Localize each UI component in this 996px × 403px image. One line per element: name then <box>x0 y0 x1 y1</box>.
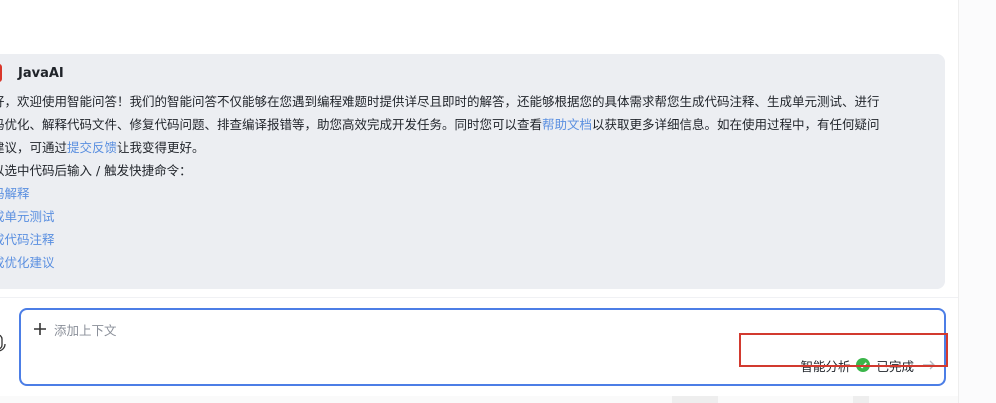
help-docs-link[interactable]: 帮助文档 <box>542 117 592 132</box>
submit-feedback-link[interactable]: 提交反馈 <box>67 140 117 155</box>
message-line-2: 码优化、解释代码文件、修复代码问题、排查编译报错等，助您高效完成开发任务。同时您… <box>0 113 942 136</box>
bottom-scroll-segment <box>853 396 869 403</box>
plus-icon <box>34 323 46 335</box>
message-line-4: 以选中代码后输入 / 触发快捷命令： <box>0 163 192 178</box>
bottom-strip <box>0 396 958 403</box>
command-explain-code[interactable]: 码解释 <box>0 182 942 205</box>
command-generate-optimization[interactable]: 成优化建议 <box>0 251 942 274</box>
chat-panel: 算 JavaAI 好，欢迎使用智能问答！我们的智能问答不仅能够在您遇到编程难题时… <box>0 0 996 403</box>
status-text: 已完成 <box>876 358 914 374</box>
command-generate-code-comment[interactable]: 成代码注释 <box>0 228 942 251</box>
chat-input-box[interactable]: 添加上下文 智能分析 已完成 <box>19 308 946 386</box>
message-body: 好，欢迎使用智能问答！我们的智能问答不仅能够在您遇到编程难题时提供详尽且即时的解… <box>0 90 942 274</box>
message-line-3-tail: 让我变得更好。 <box>117 140 205 155</box>
check-circle-icon <box>856 358 871 372</box>
mode-selector[interactable]: 智能分析 <box>800 356 850 375</box>
assistant-message: 算 JavaAI 好，欢迎使用智能问答！我们的智能问答不仅能够在您遇到编程难题时… <box>0 54 945 289</box>
divider <box>0 297 958 298</box>
message-line-3: 建议，可通过提交反馈让我变得更好。 <box>0 136 942 159</box>
message-line-2-text: 码优化、解释代码文件、修复代码问题、排查编译报错等，助您高效完成开发任务。同时您… <box>0 117 543 132</box>
assistant-avatar: 算 <box>0 64 2 82</box>
microphone-icon[interactable] <box>0 333 8 353</box>
assistant-name: JavaAI <box>18 66 64 81</box>
message-line-2-tail: 以获取更多详细信息。如在使用过程中，有任何疑问 <box>592 117 880 132</box>
right-rail <box>958 0 996 403</box>
message-line-1: 好，欢迎使用智能问答！我们的智能问答不仅能够在您遇到编程难题时提供详尽且即时的解… <box>0 94 880 109</box>
add-context-button[interactable]: 添加上下文 <box>33 318 117 340</box>
bottom-scroll-segment <box>672 396 718 403</box>
message-line-3-text: 建议，可通过 <box>0 140 68 155</box>
add-context-label: 添加上下文 <box>54 322 117 338</box>
command-generate-unit-test[interactable]: 成单元测试 <box>0 205 942 228</box>
send-arrow-icon[interactable] <box>922 358 936 372</box>
status-row: 智能分析 已完成 <box>800 355 936 375</box>
